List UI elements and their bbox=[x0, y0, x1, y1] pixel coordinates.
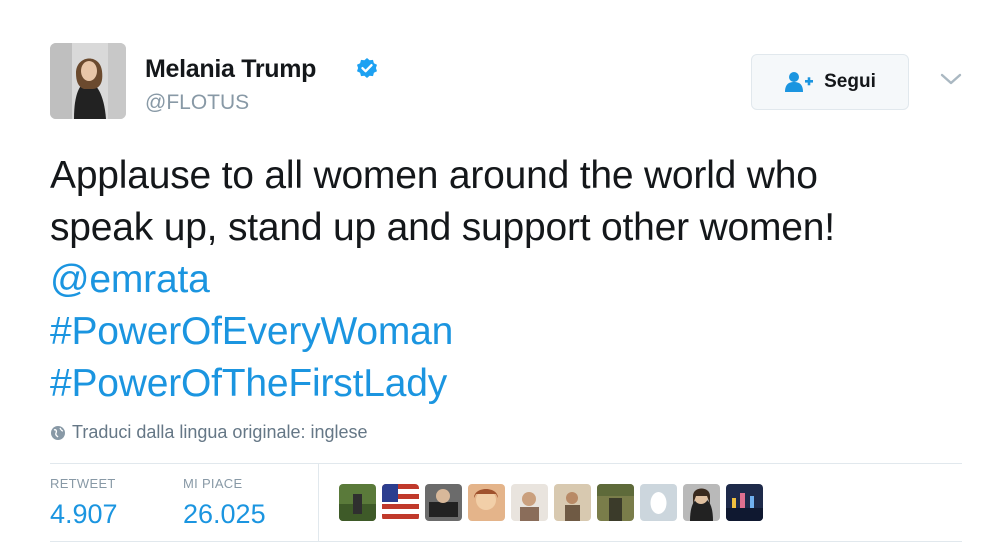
tweet-text-line-1: Applause to all women around the world w… bbox=[50, 154, 818, 197]
liker-avatar[interactable] bbox=[597, 484, 634, 521]
chevron-down-icon[interactable] bbox=[938, 70, 964, 88]
translate-link[interactable]: Traduci dalla lingua originale: inglese bbox=[50, 422, 368, 443]
follow-button-label: Segui bbox=[824, 71, 876, 92]
like-stat[interactable]: MI PIACE 26.025 bbox=[183, 476, 266, 530]
liker-avatar[interactable] bbox=[726, 484, 763, 521]
verified-badge-icon bbox=[357, 58, 377, 78]
liker-avatar[interactable] bbox=[339, 484, 376, 521]
mention-link[interactable]: @emrata bbox=[50, 254, 970, 306]
follow-button[interactable]: Segui bbox=[751, 54, 909, 110]
liker-avatar[interactable] bbox=[640, 484, 677, 521]
liker-avatars bbox=[339, 484, 763, 521]
hashtag-link-2[interactable]: #PowerOfTheFirstLady bbox=[50, 358, 970, 410]
liker-avatar[interactable] bbox=[382, 484, 419, 521]
profile-photo bbox=[50, 43, 126, 119]
divider bbox=[50, 463, 962, 464]
liker-avatar[interactable] bbox=[425, 484, 462, 521]
like-count: 26.025 bbox=[183, 499, 266, 529]
globe-icon bbox=[51, 425, 65, 440]
tweet-text-line-2: speak up, stand up and support other wom… bbox=[50, 206, 835, 249]
tweet-text: Applause to all women around the world w… bbox=[50, 150, 970, 410]
user-handle[interactable]: @FLOTUS bbox=[145, 91, 249, 115]
like-label: MI PIACE bbox=[183, 476, 243, 491]
retweet-count: 4.907 bbox=[50, 499, 118, 529]
liker-avatar[interactable] bbox=[683, 484, 720, 521]
liker-avatar[interactable] bbox=[468, 484, 505, 521]
retweet-stat[interactable]: RETWEET 4.907 bbox=[50, 476, 118, 530]
display-name[interactable]: Melania Trump bbox=[145, 55, 316, 84]
liker-avatar[interactable] bbox=[511, 484, 548, 521]
divider bbox=[50, 541, 962, 542]
person-plus-icon bbox=[785, 72, 814, 92]
liker-avatar[interactable] bbox=[554, 484, 591, 521]
divider bbox=[318, 463, 319, 541]
hashtag-link-1[interactable]: #PowerOfEveryWoman bbox=[50, 306, 970, 358]
retweet-label: RETWEET bbox=[50, 476, 116, 491]
avatar[interactable] bbox=[50, 43, 126, 119]
translate-label: Traduci dalla lingua originale: inglese bbox=[72, 422, 368, 442]
